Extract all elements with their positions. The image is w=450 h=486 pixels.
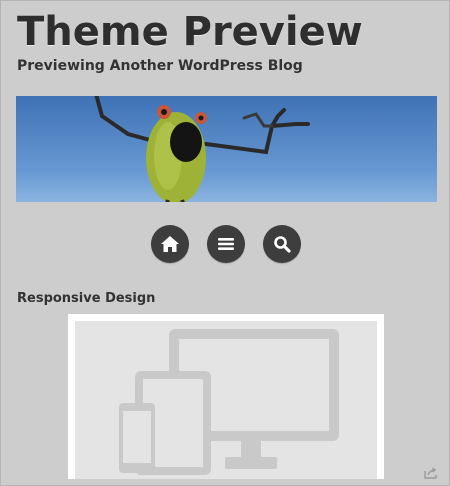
home-icon [161, 236, 179, 252]
share-icon[interactable] [424, 467, 438, 479]
home-button[interactable] [151, 225, 189, 263]
menu-button[interactable] [207, 225, 245, 263]
site-tagline: Previewing Another WordPress Blog [17, 58, 303, 74]
header-image[interactable] [16, 96, 437, 202]
devices-icon [119, 329, 339, 475]
search-button[interactable] [263, 225, 301, 263]
site-title[interactable]: Theme Preview [17, 9, 363, 55]
featured-image[interactable] [68, 314, 384, 479]
search-icon [274, 236, 291, 253]
post-title[interactable]: Responsive Design [17, 291, 155, 306]
main-navigation [1, 225, 450, 263]
menu-icon [218, 238, 234, 250]
